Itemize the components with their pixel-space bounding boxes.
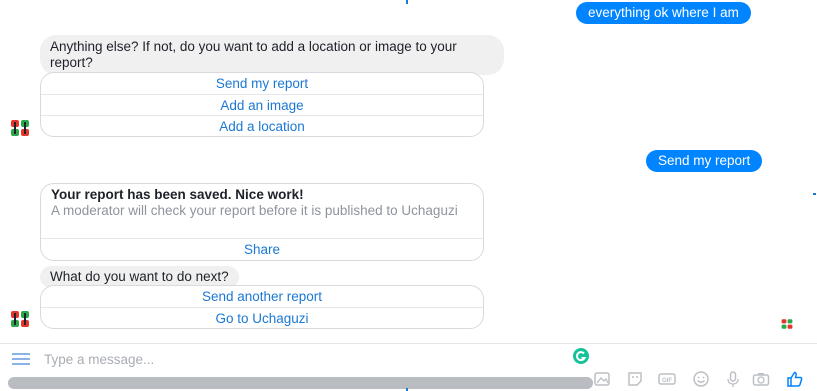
- scroll-marker: [813, 193, 816, 195]
- quick-replies: Send another report Go to Uchaguzi: [40, 285, 484, 329]
- bot-message: Anything else? If not, do you want to ad…: [40, 35, 504, 75]
- message-composer: GIF: [0, 343, 817, 391]
- quick-replies: Send my report Add an image Add a locati…: [40, 72, 484, 137]
- card-subtitle: A moderator will check your report befor…: [51, 203, 458, 218]
- report-saved-card: Your report has been saved. Nice work! A…: [40, 183, 484, 261]
- card-title: Your report has been saved. Nice work!: [51, 187, 304, 202]
- quick-reply-add-location[interactable]: Add a location: [41, 115, 483, 136]
- grammarly-icon[interactable]: [573, 348, 589, 364]
- quick-reply-add-image[interactable]: Add an image: [41, 94, 483, 115]
- image-icon[interactable]: [593, 370, 611, 388]
- gif-icon[interactable]: GIF: [658, 370, 676, 388]
- message-input[interactable]: [44, 349, 564, 369]
- user-message: Send my report: [646, 150, 763, 172]
- svg-text:GIF: GIF: [662, 378, 672, 384]
- bot-avatar: [11, 120, 29, 136]
- composer-divider: [0, 343, 817, 344]
- menu-icon[interactable]: [12, 352, 30, 366]
- horizontal-scrollbar[interactable]: [8, 377, 593, 389]
- bot-avatar: [11, 311, 29, 327]
- camera-icon[interactable]: [752, 370, 770, 388]
- quick-reply-send-another-report[interactable]: Send another report: [41, 286, 483, 307]
- scroll-marker: [406, 0, 408, 4]
- thumbs-up-icon[interactable]: [786, 370, 804, 388]
- read-receipt-avatar: [781, 319, 793, 329]
- sticker-icon[interactable]: [626, 370, 644, 388]
- quick-reply-send-my-report[interactable]: Send my report: [41, 73, 483, 94]
- microphone-icon[interactable]: [724, 370, 742, 388]
- emoji-icon[interactable]: [692, 370, 710, 388]
- share-button[interactable]: Share: [41, 238, 483, 260]
- user-message: everything ok where I am: [576, 2, 751, 24]
- quick-reply-go-to-uchaguzi[interactable]: Go to Uchaguzi: [41, 307, 483, 328]
